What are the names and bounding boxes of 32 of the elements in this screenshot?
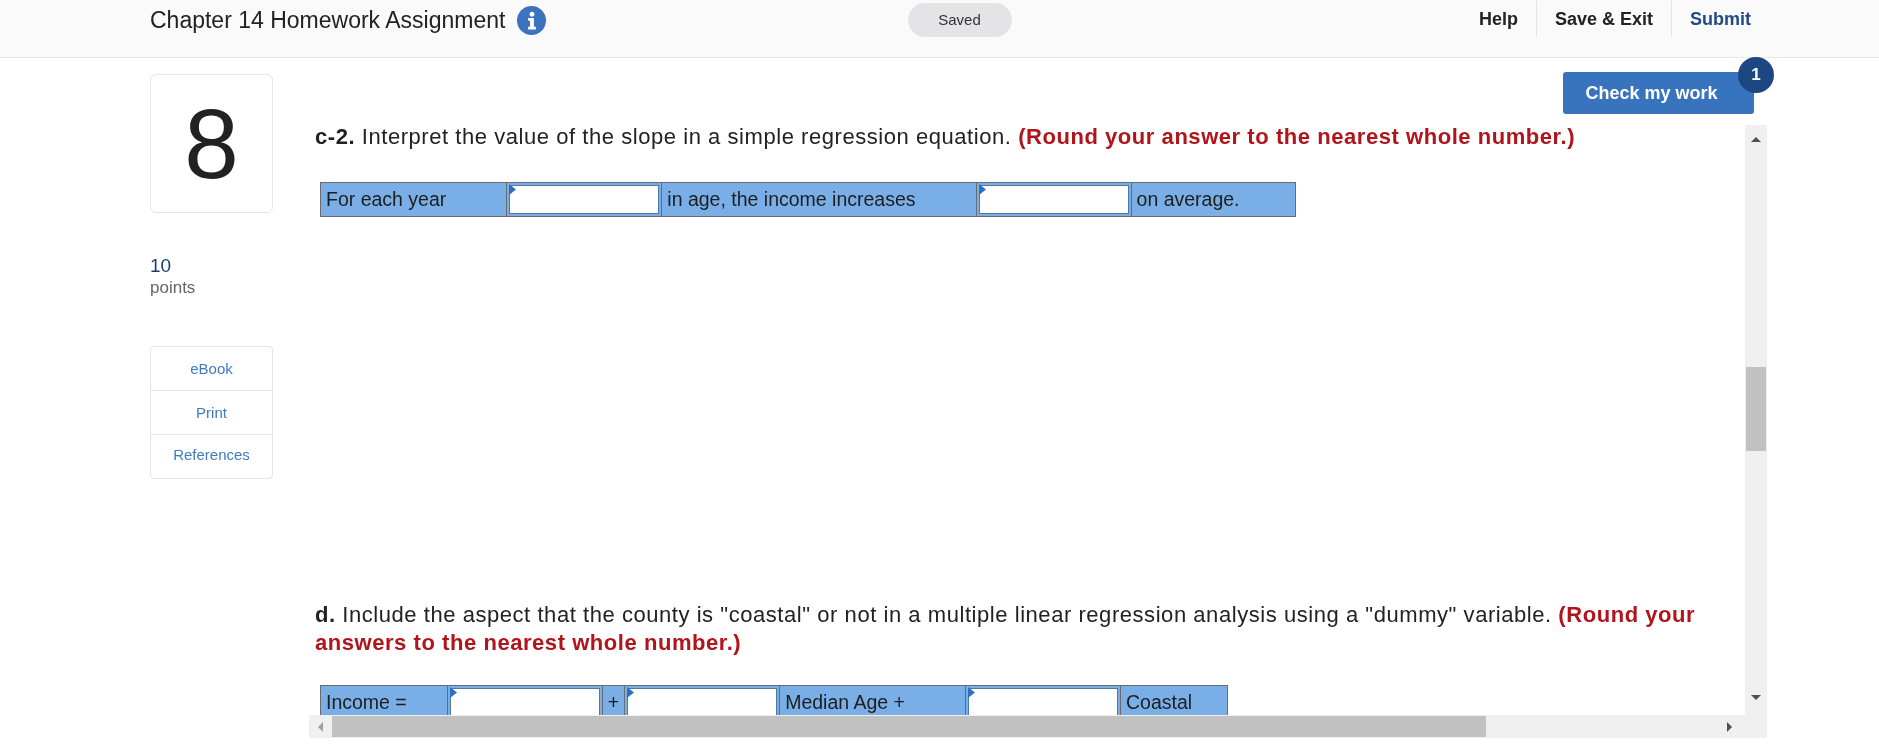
sentence-cell: in age, the income increases <box>662 182 977 217</box>
corner-flag-icon <box>627 687 635 698</box>
sentence-cell: Income = <box>320 685 448 715</box>
corner-flag-icon <box>978 184 986 195</box>
sentence-cell: on average. <box>1131 182 1296 217</box>
corner-flag-icon <box>449 687 457 698</box>
sentence-cell: Coastal <box>1120 685 1229 715</box>
question-text: d. Include the aspect that the county is "coastal" or not in a multiple linear regression analysis using a "dummy" variable. (Round your answers to the nearest whole number.) <box>315 601 1697 657</box>
points-label: points <box>150 277 197 299</box>
corner-flag-icon <box>509 184 517 195</box>
question-number: 8 <box>184 94 239 193</box>
resource-link[interactable]: Print <box>151 390 272 434</box>
scroll-down-icon[interactable] <box>1751 695 1761 700</box>
header-link[interactable]: Submit <box>1671 0 1769 37</box>
points-value: 10 <box>150 255 173 277</box>
sentence-cell: Median Age + <box>780 685 966 715</box>
resource-link[interactable]: References <box>151 434 272 478</box>
sentence-cell: For each year <box>320 182 508 217</box>
scrollbar-thumb[interactable] <box>1746 367 1766 451</box>
info-icon[interactable] <box>517 6 547 35</box>
header-link[interactable]: Save & Exit <box>1535 0 1671 37</box>
scroll-right-icon[interactable] <box>1727 721 1732 732</box>
notification-badge: 1 <box>1738 57 1774 93</box>
save-status-pill: Saved <box>907 2 1012 37</box>
scroll-up-icon[interactable] <box>1751 137 1761 142</box>
assignment-title: Chapter 14 Homework Assignment <box>150 7 506 34</box>
sentence-cell: + <box>602 685 626 715</box>
scrollbar-thumb[interactable] <box>332 716 1486 737</box>
resource-link[interactable]: eBook <box>151 347 272 390</box>
corner-flag-icon <box>967 687 975 698</box>
header-link[interactable]: Help <box>1460 0 1536 37</box>
question-text: c-2. Interpret the value of the slope in a simple regression equation. (Round your answer to the nearest whole number.) <box>315 125 1577 149</box>
